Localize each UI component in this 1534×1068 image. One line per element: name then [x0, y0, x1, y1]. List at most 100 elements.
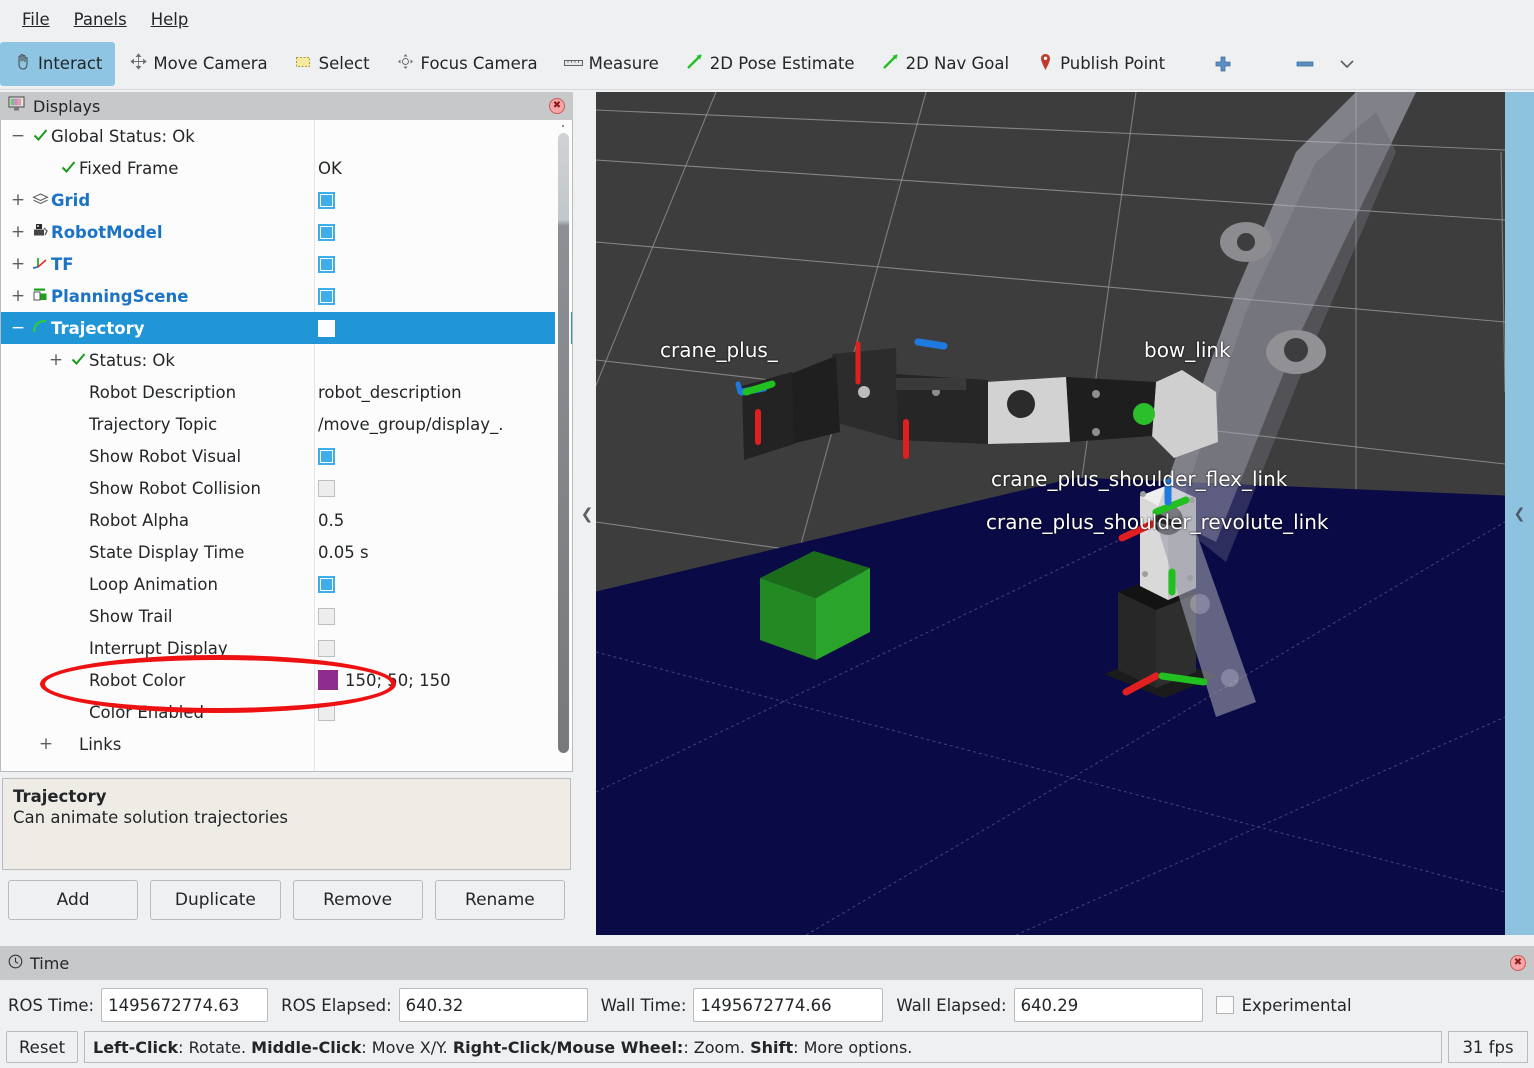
- tree-row-checkbox[interactable]: [318, 319, 335, 337]
- tool-focus-camera[interactable]: Focus Camera: [383, 42, 551, 86]
- tree-row-fixed-frame[interactable]: Fixed Frame OK: [1, 152, 572, 184]
- tree-row-robotmodel[interactable]: + RobotModel: [1, 216, 572, 248]
- tree-scrollbar[interactable]: [555, 121, 571, 770]
- tree-row-value[interactable]: [318, 639, 335, 657]
- tree-row-robot-color[interactable]: Robot Color 150; 50; 150: [1, 664, 572, 696]
- tool-2d-pose-estimate[interactable]: 2D Pose Estimate: [672, 42, 868, 86]
- expander-plus-icon[interactable]: +: [35, 734, 57, 754]
- tree-row-show-robot-visual[interactable]: Show Robot Visual: [1, 440, 572, 472]
- wall-time-input[interactable]: 1495672774.66: [693, 988, 884, 1022]
- tree-row-value[interactable]: OK: [318, 159, 342, 178]
- tree-row-links[interactable]: + Links: [1, 728, 572, 760]
- ros-time-input[interactable]: 1495672774.63: [101, 988, 269, 1022]
- tool-select[interactable]: Select: [281, 42, 383, 86]
- add-tool-button[interactable]: [1206, 44, 1240, 84]
- tool-interact[interactable]: Interact: [0, 41, 116, 86]
- tree-row-value[interactable]: [318, 255, 335, 273]
- tree-row-trajectory-topic[interactable]: Trajectory Topic/move_group/display_.: [1, 408, 572, 440]
- tree-row-global-status-ok[interactable]: − Global Status: Ok: [1, 120, 572, 152]
- left-splitter-handle[interactable]: ❮: [578, 92, 596, 935]
- tree-row-value[interactable]: [318, 607, 335, 625]
- tool-overflow-button[interactable]: [1330, 44, 1364, 84]
- tree-row-value[interactable]: [318, 191, 335, 209]
- rename-button[interactable]: Rename: [434, 880, 565, 920]
- color-swatch[interactable]: [318, 670, 338, 690]
- tool-2d-nav-goal[interactable]: 2D Nav Goal: [868, 42, 1023, 86]
- close-icon[interactable]: ✖: [549, 98, 565, 114]
- tree-row-checkbox[interactable]: [318, 703, 335, 721]
- tree-row-checkbox[interactable]: [318, 575, 335, 593]
- tree-row-value[interactable]: /move_group/display_.: [318, 415, 503, 434]
- tree-row-trajectory[interactable]: − Trajectory: [1, 312, 572, 344]
- tree-row-checkbox[interactable]: [318, 447, 335, 465]
- tree-row-checkbox[interactable]: [318, 191, 335, 209]
- tree-row-color-enabled[interactable]: Color Enabled: [1, 696, 572, 728]
- tree-row-show-robot-collision[interactable]: Show Robot Collision: [1, 472, 572, 504]
- tree-row-value[interactable]: [318, 287, 335, 305]
- wall-elapsed-input[interactable]: 640.29: [1013, 988, 1203, 1022]
- tree-row-checkbox[interactable]: [318, 639, 335, 657]
- tree-row-checkbox[interactable]: [318, 479, 335, 497]
- tree-row-value[interactable]: [318, 223, 335, 241]
- expander-plus-icon[interactable]: +: [45, 350, 67, 370]
- tree-row-state-display-time[interactable]: State Display Time 0.05 s: [1, 536, 572, 568]
- tree-row-value[interactable]: 0.05 s: [318, 543, 369, 562]
- tree-scrollbar-thumb[interactable]: [558, 133, 569, 753]
- tree-row-robot-alpha[interactable]: Robot Alpha 0.5: [1, 504, 572, 536]
- remove-tool-button[interactable]: [1288, 44, 1322, 84]
- tree-row-label: Color Enabled: [89, 702, 205, 722]
- tree-row-show-trail[interactable]: Show Trail: [1, 600, 572, 632]
- tree-row-grid[interactable]: + Grid: [1, 184, 572, 216]
- tree-row-value[interactable]: [318, 703, 335, 721]
- expander-plus-icon[interactable]: +: [7, 286, 29, 306]
- experimental-label: Experimental: [1241, 995, 1352, 1015]
- tree-row-robot-description[interactable]: Robot Description robot_description: [1, 376, 572, 408]
- ros-elapsed-input[interactable]: 640.32: [398, 988, 588, 1022]
- tree-row-value[interactable]: robot_description: [318, 383, 462, 402]
- tree-row-checkbox[interactable]: [318, 287, 335, 305]
- remove-button[interactable]: Remove: [292, 880, 423, 920]
- tree-row-interrupt-display[interactable]: Interrupt Display: [1, 632, 572, 664]
- experimental-checkbox[interactable]: [1215, 996, 1234, 1014]
- expander-plus-icon[interactable]: +: [7, 254, 29, 274]
- displays-tree[interactable]: − Global Status: Ok Fixed Frame OK + Grid + Rob…: [0, 120, 573, 772]
- time-close-icon[interactable]: ✖: [1510, 955, 1526, 971]
- display-description-box: Trajectory Can animate solution trajecto…: [2, 778, 571, 870]
- tree-row-value[interactable]: 150; 50; 150: [318, 670, 451, 690]
- expander-plus-icon[interactable]: +: [7, 190, 29, 210]
- render-viewport[interactable]: crane_plus_ bow_link crane_plus_shoulder…: [596, 92, 1505, 935]
- color-value-text: 150; 50; 150: [345, 670, 451, 690]
- reset-button[interactable]: Reset: [6, 1031, 78, 1063]
- tree-row-status-ok[interactable]: + Status: Ok: [1, 344, 572, 376]
- tree-row-checkbox[interactable]: [318, 255, 335, 273]
- menu-item-help[interactable]: Help: [139, 7, 201, 32]
- menu-item-panels[interactable]: Panels: [62, 7, 139, 32]
- menu-item-file[interactable]: File: [10, 7, 62, 32]
- tree-row-planningscene[interactable]: + PlanningScene: [1, 280, 572, 312]
- tree-row-label: Show Robot Visual: [89, 446, 242, 466]
- tree-row-value[interactable]: 0.5: [318, 511, 344, 530]
- time-fields-row: ROS Time: 1495672774.63 ROS Elapsed: 640…: [0, 980, 1534, 1030]
- tree-row-value[interactable]: [318, 575, 335, 593]
- tree-row-value[interactable]: [318, 447, 335, 465]
- tree-row-checkbox[interactable]: [318, 223, 335, 241]
- duplicate-button[interactable]: Duplicate: [150, 880, 281, 920]
- fps-indicator: 31 fps: [1448, 1031, 1528, 1063]
- expander-minus-icon[interactable]: −: [7, 126, 29, 146]
- tree-row-label: Loop Animation: [89, 574, 218, 594]
- tree-row-loop-animation[interactable]: Loop Animation: [1, 568, 572, 600]
- right-splitter-handle[interactable]: ❮: [1505, 92, 1534, 935]
- tool-measure-label: Measure: [588, 54, 659, 73]
- tool-publish-point[interactable]: Publish Point: [1022, 42, 1178, 86]
- tree-row-tf[interactable]: + TF: [1, 248, 572, 280]
- expander-plus-icon[interactable]: +: [7, 222, 29, 242]
- add-button[interactable]: Add: [8, 880, 139, 920]
- tree-row-label: Robot Description: [89, 382, 237, 402]
- expander-minus-icon[interactable]: −: [7, 318, 29, 338]
- tree-row-checkbox[interactable]: [318, 607, 335, 625]
- tool-measure[interactable]: Measure: [551, 42, 672, 86]
- ruler-icon: [564, 55, 584, 72]
- tool-move-camera[interactable]: Move Camera: [115, 42, 280, 86]
- tree-row-value[interactable]: [318, 479, 335, 497]
- tree-row-value[interactable]: [318, 319, 335, 337]
